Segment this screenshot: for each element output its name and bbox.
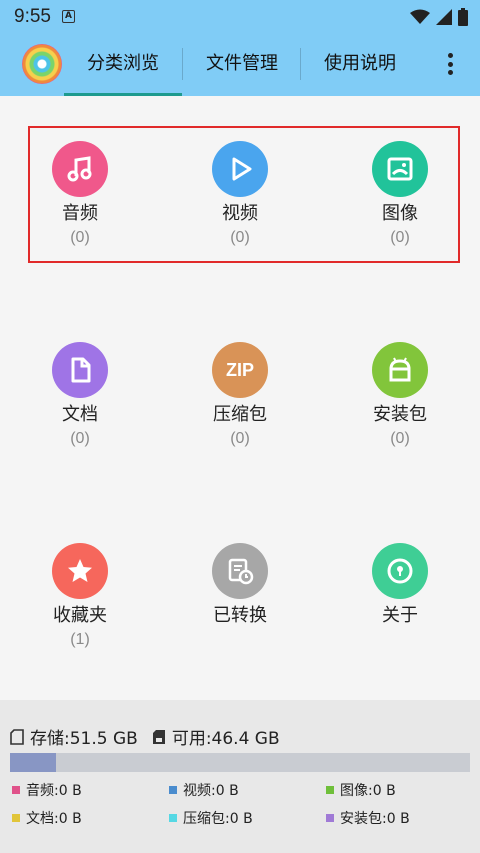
play-icon [212, 141, 268, 197]
storage-usage-bar [10, 753, 470, 772]
category-image[interactable]: 图像 (0) [340, 141, 460, 248]
storage-summary: 存储:51.5 GB 可用:46.4 GB [10, 724, 280, 749]
category-label: 视频 [222, 203, 258, 224]
music-icon [52, 141, 108, 197]
category-audio[interactable]: 音频 (0) [20, 141, 140, 248]
legend-label: 安装包:0 B [340, 811, 410, 827]
category-apk[interactable]: 安装包 (0) [340, 342, 460, 449]
sd-card-icon [152, 729, 165, 744]
legend-swatch [326, 814, 334, 822]
star-icon [52, 543, 108, 599]
app-bar: 分类浏览 文件管理 使用说明 [0, 32, 480, 96]
category-archives[interactable]: ZIP 压缩包 (0) [180, 342, 300, 449]
tab-divider [300, 48, 301, 80]
tab-file-management[interactable]: 文件管理 [184, 32, 300, 96]
category-count: (0) [70, 229, 90, 246]
category-label: 关于 [382, 605, 418, 626]
category-count: (0) [230, 229, 250, 246]
category-count: (0) [390, 229, 410, 246]
legend-label: 视频:0 B [183, 783, 239, 799]
storage-total: 存储:51.5 GB [30, 729, 138, 749]
category-label: 音频 [62, 203, 98, 224]
android-icon [372, 342, 428, 398]
category-count: (0) [230, 430, 250, 447]
category-count: (1) [70, 631, 90, 648]
legend-swatch [169, 814, 177, 822]
legend-video: 视频:0 B [169, 781, 239, 799]
document-icon [52, 342, 108, 398]
legend-swatch [169, 786, 177, 794]
storage-usage-fill [10, 753, 56, 772]
converted-icon [212, 543, 268, 599]
category-about[interactable]: 关于 [340, 543, 460, 630]
app-logo [22, 44, 62, 84]
storage-panel: 存储:51.5 GB 可用:46.4 GB 音频:0 B 视频:0 B 图像:0… [0, 700, 480, 853]
category-label: 安装包 [373, 404, 427, 425]
category-label: 图像 [382, 203, 418, 224]
cell-signal-icon [436, 9, 452, 25]
image-icon [372, 141, 428, 197]
tab-category-browse[interactable]: 分类浏览 [64, 32, 182, 96]
legend-label: 音频:0 B [26, 783, 82, 799]
category-favorites[interactable]: 收藏夹 (1) [20, 543, 140, 650]
storage-available: 可用:46.4 GB [171, 729, 280, 749]
tab-divider [182, 48, 183, 80]
legend-audio: 音频:0 B [12, 781, 82, 799]
category-label: 收藏夹 [53, 605, 107, 626]
legend-label: 压缩包:0 B [183, 811, 253, 827]
more-options-icon[interactable] [440, 50, 460, 78]
status-bar: 9:55 A [0, 0, 480, 32]
zip-icon-text: ZIP [225, 359, 254, 380]
legend-archives: 压缩包:0 B [169, 809, 253, 827]
legend-image: 图像:0 B [326, 781, 396, 799]
info-icon [372, 543, 428, 599]
legend-swatch [12, 814, 20, 822]
category-video[interactable]: 视频 (0) [180, 141, 300, 248]
category-count: (0) [390, 430, 410, 447]
status-time: 9:55 [14, 6, 51, 27]
legend-label: 图像:0 B [340, 783, 396, 799]
status-icons [410, 8, 468, 26]
notification-a-icon: A [62, 10, 75, 23]
legend-swatch [12, 786, 20, 794]
category-label: 文档 [62, 404, 98, 425]
wifi-icon [410, 9, 430, 24]
legend-swatch [326, 786, 334, 794]
legend-apk: 安装包:0 B [326, 809, 410, 827]
category-documents[interactable]: 文档 (0) [20, 342, 140, 449]
category-converted[interactable]: 已转换 [180, 543, 300, 630]
legend-label: 文档:0 B [26, 811, 82, 827]
battery-icon [458, 8, 468, 26]
tab-instructions[interactable]: 使用说明 [302, 32, 418, 96]
legend-documents: 文档:0 B [12, 809, 82, 827]
category-count: (0) [70, 430, 90, 447]
zip-icon: ZIP [212, 342, 268, 398]
category-label: 已转换 [213, 605, 267, 626]
category-label: 压缩包 [213, 404, 267, 425]
storage-icon [10, 728, 24, 745]
